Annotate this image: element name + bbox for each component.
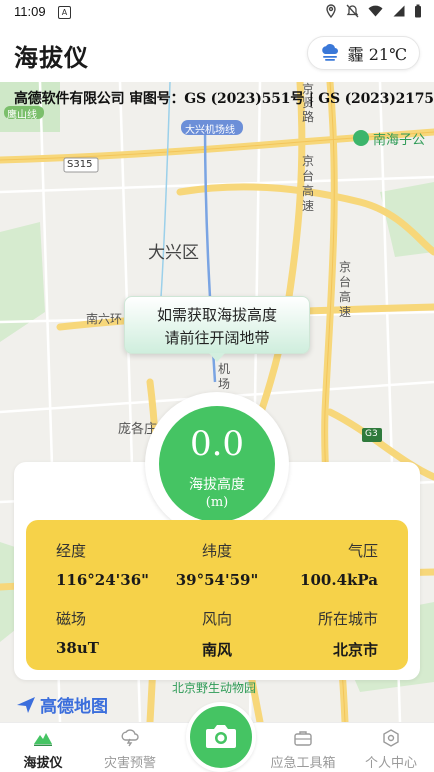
altitude-circle: 0.0 海拔高度 (m): [159, 406, 275, 522]
map-label-jingtai-2: 京台高速: [339, 260, 352, 319]
storm-cloud-icon: [121, 729, 139, 747]
weather-condition: 霾: [347, 45, 364, 64]
map-label-airport-line: 大兴机场线: [185, 125, 235, 136]
nav-toolbox[interactable]: 应急工具箱: [260, 723, 346, 772]
weather-widget[interactable]: 霾 21℃: [306, 36, 420, 70]
nav-label-disaster: 灾害预警: [103, 756, 156, 771]
magnetic-value: 38uT: [56, 639, 99, 657]
profile-icon: [383, 729, 399, 747]
altitude-unit: (m): [205, 495, 229, 510]
magnetic-label: 磁场: [56, 610, 87, 628]
haze-cloud-icon: [321, 44, 338, 61]
latitude-cell: 纬度 39°54'59": [168, 540, 266, 589]
map-label-jingtai-1: 京台高速: [302, 154, 315, 213]
tooltip-line-2: 请前往开阔地带: [164, 329, 270, 347]
battery-icon: [415, 4, 421, 18]
nav-disaster-warning[interactable]: 灾害预警: [87, 723, 173, 772]
wind-value: 南风: [201, 641, 232, 659]
nav-label-profile: 个人中心: [364, 756, 417, 771]
longitude-label: 经度: [56, 542, 87, 560]
signal-icon: [393, 5, 405, 17]
longitude-value: 116°24'36": [56, 571, 149, 589]
status-icons: [325, 4, 422, 18]
weather-text: 霾 21℃: [348, 41, 407, 65]
city-cell: 所在城市 北京市: [318, 608, 378, 660]
page-title: 海拔仪: [14, 43, 89, 72]
a-notification-icon: A: [58, 6, 71, 19]
map-label-daxing: 大兴区: [148, 243, 199, 263]
map-label-zoo: 北京野生动物园: [172, 681, 257, 695]
latitude-label: 纬度: [201, 542, 232, 560]
latitude-value: 39°54'59": [175, 571, 259, 589]
map-label-s315: S315: [67, 159, 93, 170]
map-label-airport: 机场: [218, 362, 231, 391]
pressure-label: 气压: [347, 542, 378, 560]
pressure-cell: 气压 100.4kPa: [300, 540, 378, 589]
location-icon: [326, 4, 336, 18]
wind-label: 风向: [201, 610, 232, 628]
map-label-nanliu: 南六环: [86, 312, 123, 326]
toolbox-icon: [294, 731, 312, 746]
amap-logo: 高德地图: [16, 692, 108, 717]
magnetic-cell: 磁场 38uT: [56, 608, 99, 657]
city-label: 所在城市: [317, 610, 378, 628]
longitude-cell: 经度 116°24'36": [56, 540, 149, 589]
open-area-tooltip: 如需获取海拔高度 请前往开阔地带: [124, 296, 310, 362]
map-label-nanhaizi: 南海子公: [373, 133, 426, 148]
app-header: 海拔仪 霾 21℃: [0, 26, 434, 82]
readings-panel: 经度 116°24'36" 纬度 39°54'59" 气压 100.4kPa 磁…: [26, 520, 408, 670]
wifi-icon: [368, 5, 383, 17]
nav-profile[interactable]: 个人中心: [348, 723, 434, 772]
altitude-gauge: 0.0 海拔高度 (m): [145, 392, 289, 536]
camera-button[interactable]: [186, 702, 256, 772]
city-value: 北京市: [332, 641, 378, 659]
status-time: 11:09: [14, 4, 46, 19]
wind-cell: 风向 南风: [168, 608, 266, 660]
nav-label-altimeter: 海拔仪: [23, 756, 63, 771]
nav-altimeter[interactable]: 海拔仪: [0, 723, 86, 772]
nav-label-toolbox: 应急工具箱: [270, 756, 336, 771]
status-bar: 11:09 A: [0, 0, 434, 26]
amap-arrow-icon: [17, 696, 35, 713]
map-label-g3: G3: [365, 429, 378, 439]
amap-logo-text: 高德地图: [40, 697, 108, 717]
altitude-value: 0.0: [189, 424, 245, 464]
weather-temperature: 21℃: [368, 45, 407, 64]
tooltip-line-1: 如需获取海拔高度: [156, 306, 277, 324]
pressure-value: 100.4kPa: [300, 571, 378, 589]
mountain-icon: [34, 733, 52, 746]
camera-icon: [206, 725, 236, 748]
map-label-left-line: 鹰山线: [7, 110, 37, 121]
mute-icon: [346, 4, 359, 18]
altitude-label: 海拔高度: [189, 477, 245, 493]
map-copyright: 高德软件有限公司 审图号：GS (2023)551号 | GS (2023)21…: [14, 91, 434, 107]
